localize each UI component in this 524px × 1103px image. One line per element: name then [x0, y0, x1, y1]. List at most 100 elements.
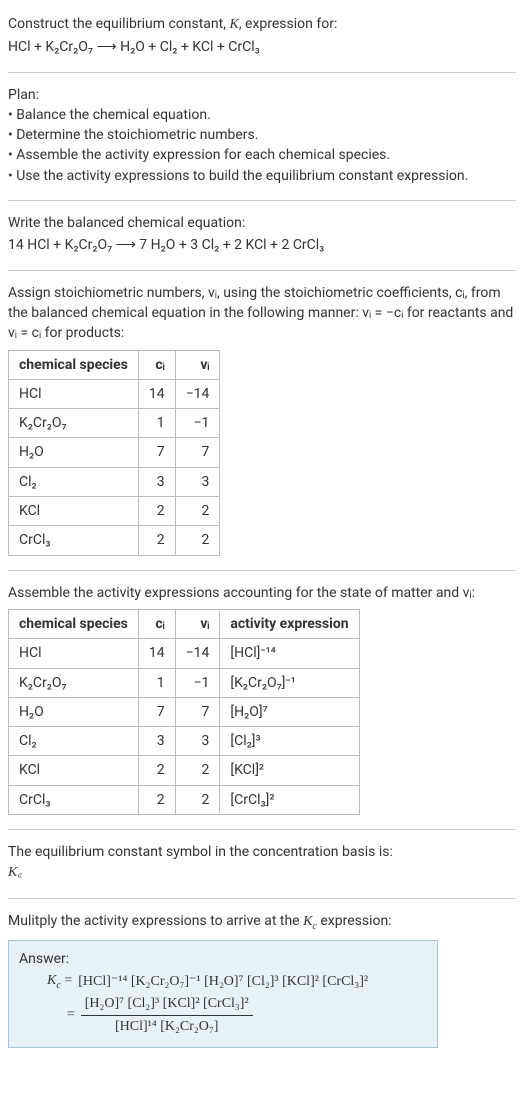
prompt-text: Construct the equilibrium constant, K, e…: [8, 16, 337, 32]
cell-species: Cl₂: [9, 727, 139, 756]
cell-vi: −1: [175, 409, 220, 438]
col-species: chemical species: [9, 350, 139, 379]
table-row: KCl22[KCl]²: [9, 756, 360, 785]
prompt-block: Construct the equilibrium constant, K, e…: [8, 6, 516, 68]
cell-vi: −14: [175, 639, 220, 668]
plan-bullet: • Use the activity expressions to build …: [8, 166, 516, 186]
answer-box: Answer: Kc = [HCl]⁻¹⁴ [K₂Cr₂O₇]⁻¹ [H₂O]⁷…: [8, 940, 438, 1048]
balanced-block: Write the balanced chemical equation: 14…: [8, 205, 516, 266]
multiply-text: Mulitply the activity expressions to arr…: [8, 913, 392, 929]
balanced-title: Write the balanced chemical equation:: [8, 213, 516, 233]
kc-equals: Kc =: [47, 971, 72, 993]
cell-species: KCl: [9, 497, 139, 526]
activity-block: Assemble the activity expressions accoun…: [8, 575, 516, 825]
col-species: chemical species: [9, 609, 139, 638]
multiply-title: Mulitply the activity expressions to arr…: [8, 911, 516, 934]
col-ci: cᵢ: [138, 350, 175, 379]
cell-vi: 2: [175, 785, 220, 814]
balanced-equation: 14 HCl + K₂Cr₂O₇ ⟶ 7 H₂O + 3 Cl₂ + 2 KCl…: [8, 235, 516, 255]
answer-label: Answer:: [19, 949, 427, 969]
cell-expr: [CrCl₃]²: [220, 785, 359, 814]
cell-ci: 14: [138, 379, 175, 408]
cell-expr: [Cl₂]³: [220, 727, 359, 756]
table-row: Cl₂33: [9, 467, 220, 496]
plan-bullet: • Determine the stoichiometric numbers.: [8, 125, 516, 145]
divider: [8, 570, 516, 571]
cell-ci: 14: [138, 639, 175, 668]
cell-ci: 3: [138, 467, 175, 496]
equals-sign: =: [67, 1005, 75, 1025]
cell-expr: [KCl]²: [220, 756, 359, 785]
cell-expr: [HCl]⁻¹⁴: [220, 639, 359, 668]
stoich-block: Assign stoichiometric numbers, νᵢ, using…: [8, 275, 516, 566]
plan-block: Plan: • Balance the chemical equation. •…: [8, 77, 516, 196]
table-header-row: chemical species cᵢ νᵢ activity expressi…: [9, 609, 360, 638]
prompt-equation: HCl + K₂Cr₂O₇ ⟶ H₂O + Cl₂ + KCl + CrCl₃: [8, 37, 516, 57]
cell-ci: 3: [138, 727, 175, 756]
table-row: H₂O77: [9, 438, 220, 467]
activity-intro: Assemble the activity expressions accoun…: [8, 583, 516, 603]
table-row: K₂Cr₂O₇1−1[K₂Cr₂O₇]⁻¹: [9, 668, 360, 697]
kc-line1: Kc = [HCl]⁻¹⁴ [K₂Cr₂O₇]⁻¹ [H₂O]⁷ [Cl₂]³ …: [47, 971, 427, 993]
cell-vi: −14: [175, 379, 220, 408]
col-ci: cᵢ: [138, 609, 175, 638]
cell-vi: 2: [175, 497, 220, 526]
kc-line2: Kc = [H₂O]⁷ [Cl₂]³ [KCl]² [CrCl₃]² [HCl]…: [47, 994, 427, 1038]
table-row: HCl14−14[HCl]⁻¹⁴: [9, 639, 360, 668]
cell-ci: 1: [138, 409, 175, 438]
plan-title: Plan:: [8, 85, 516, 105]
table-row: Cl₂33[Cl₂]³: [9, 727, 360, 756]
cell-species: H₂O: [9, 438, 139, 467]
prompt-line1: Construct the equilibrium constant, K, e…: [8, 14, 516, 35]
cell-ci: 2: [138, 526, 175, 555]
divider: [8, 898, 516, 899]
cell-ci: 2: [138, 785, 175, 814]
cell-species: Cl₂: [9, 467, 139, 496]
table-row: CrCl₃22: [9, 526, 220, 555]
cell-vi: 7: [175, 697, 220, 726]
col-vi: νᵢ: [175, 609, 220, 638]
multiply-block: Mulitply the activity expressions to arr…: [8, 903, 516, 1049]
col-expr: activity expression: [220, 609, 359, 638]
kc-symbol: K꜀: [8, 865, 22, 880]
cell-species: CrCl₃: [9, 526, 139, 555]
cell-ci: 7: [138, 438, 175, 467]
fraction-numerator: [H₂O]⁷ [Cl₂]³ [KCl]² [CrCl₃]²: [81, 994, 253, 1014]
table-row: CrCl₃22[CrCl₃]²: [9, 785, 360, 814]
fraction-bar: [81, 1015, 253, 1016]
cell-vi: 3: [175, 467, 220, 496]
cell-expr: [K₂Cr₂O₇]⁻¹: [220, 668, 359, 697]
fraction-denominator: [HCl]¹⁴ [K₂Cr₂O₇]: [111, 1017, 222, 1037]
cell-ci: 2: [138, 497, 175, 526]
activity-table: chemical species cᵢ νᵢ activity expressi…: [8, 609, 360, 815]
plan-bullet: • Balance the chemical equation.: [8, 105, 516, 125]
divider: [8, 72, 516, 73]
stoich-intro: Assign stoichiometric numbers, νᵢ, using…: [8, 283, 516, 344]
symbol-title: The equilibrium constant symbol in the c…: [8, 842, 516, 862]
plan-bullet: • Assemble the activity expression for e…: [8, 145, 516, 165]
symbol-block: The equilibrium constant symbol in the c…: [8, 834, 516, 894]
cell-vi: 2: [175, 526, 220, 555]
cell-species: HCl: [9, 379, 139, 408]
kc-fraction: [H₂O]⁷ [Cl₂]³ [KCl]² [CrCl₃]² [HCl]¹⁴ [K…: [81, 994, 253, 1038]
cell-species: K₂Cr₂O₇: [9, 409, 139, 438]
cell-species: HCl: [9, 639, 139, 668]
cell-vi: 2: [175, 756, 220, 785]
divider: [8, 200, 516, 201]
table-row: H₂O77[H₂O]⁷: [9, 697, 360, 726]
cell-expr: [H₂O]⁷: [220, 697, 359, 726]
col-vi: νᵢ: [175, 350, 220, 379]
cell-vi: 3: [175, 727, 220, 756]
table-row: HCl14−14: [9, 379, 220, 408]
cell-vi: 7: [175, 438, 220, 467]
table-header-row: chemical species cᵢ νᵢ: [9, 350, 220, 379]
divider: [8, 829, 516, 830]
cell-ci: 1: [138, 668, 175, 697]
cell-species: H₂O: [9, 697, 139, 726]
kc-expression: Kc = [HCl]⁻¹⁴ [K₂Cr₂O₇]⁻¹ [H₂O]⁷ [Cl₂]³ …: [19, 971, 427, 1037]
cell-ci: 7: [138, 697, 175, 726]
cell-species: CrCl₃: [9, 785, 139, 814]
table-row: K₂Cr₂O₇1−1: [9, 409, 220, 438]
cell-species: K₂Cr₂O₇: [9, 668, 139, 697]
divider: [8, 270, 516, 271]
